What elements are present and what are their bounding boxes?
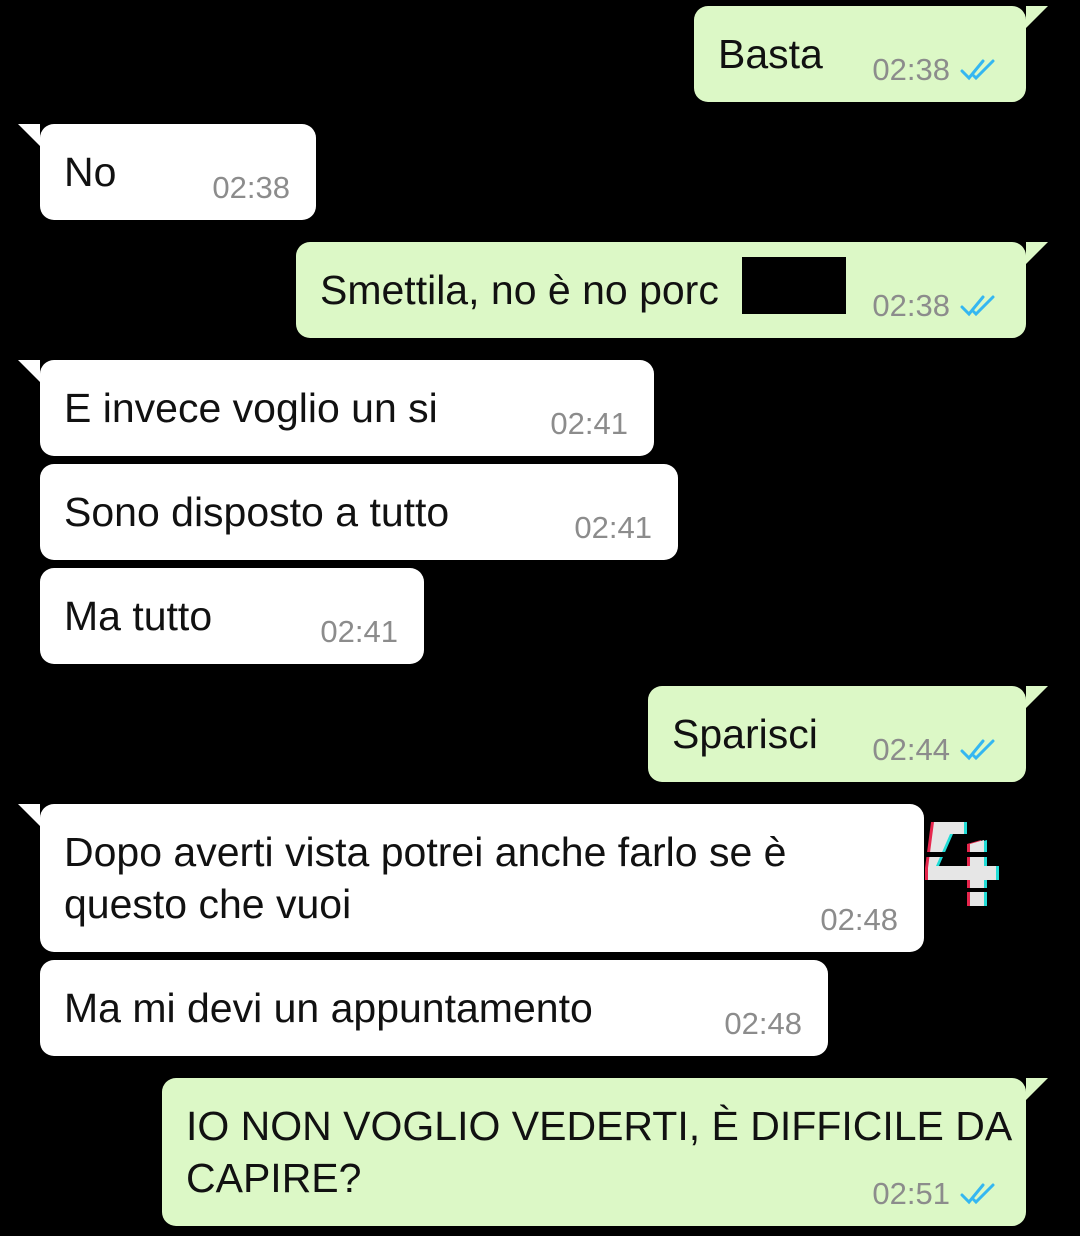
message-text: Ma tutto xyxy=(64,593,213,639)
message-time: 02:51 xyxy=(872,1176,950,1211)
message-meta: 02:38 xyxy=(872,288,1000,324)
message-meta: 02:41 xyxy=(550,406,628,442)
message-meta: 02:48 xyxy=(820,902,898,938)
message-bubble-incoming[interactable]: Ma tutto 02:41 xyxy=(40,568,424,664)
message-meta: 02:48 xyxy=(724,1006,802,1042)
message-meta: 02:38 xyxy=(212,170,290,206)
bubble-tail xyxy=(1026,686,1048,708)
message-bubble-outgoing[interactable]: Sparisci 02:44 xyxy=(648,686,1048,782)
message-text: E invece voglio un si xyxy=(64,385,438,431)
message-bubble-outgoing[interactable]: Basta 02:38 xyxy=(694,6,1048,102)
bubble-tail xyxy=(18,804,40,826)
glitch-watermark-icon xyxy=(924,822,1008,906)
double-check-read-icon xyxy=(960,1183,995,1205)
message-bubble-outgoing[interactable]: Smettila, no è no porc 02:38 xyxy=(296,242,1048,338)
message-time: 02:48 xyxy=(820,902,898,937)
double-check-read-icon xyxy=(960,295,995,317)
message-time: 02:38 xyxy=(212,170,290,205)
message-text: Basta xyxy=(718,31,823,77)
message-time: 02:41 xyxy=(550,406,628,441)
bubble-tail xyxy=(1026,1078,1048,1100)
bubble-tail xyxy=(1026,242,1048,264)
message-bubble-incoming[interactable]: No 02:38 xyxy=(18,124,316,220)
message-text: Dopo averti vista potrei anche farlo se … xyxy=(64,829,787,927)
message-bubble-outgoing[interactable]: IO NON VOGLIO VEDERTI, È DIFFICILE DA CA… xyxy=(162,1078,1048,1226)
message-text: Sono disposto a tutto xyxy=(64,489,450,535)
message-text: Smettila, no è no porc xyxy=(320,267,719,313)
message-bubble-incoming[interactable]: E invece voglio un si 02:41 xyxy=(18,360,654,456)
double-check-read-icon xyxy=(960,59,995,81)
redaction-block xyxy=(742,257,846,314)
message-text: Ma mi devi un appuntamento xyxy=(64,985,593,1031)
message-meta: 02:41 xyxy=(320,614,398,650)
message-bubble-incoming[interactable]: Ma mi devi un appuntamento 02:48 xyxy=(40,960,828,1056)
message-bubble-incoming[interactable]: Dopo averti vista potrei anche farlo se … xyxy=(18,804,924,952)
message-meta: 02:41 xyxy=(574,510,652,546)
message-text: Sparisci xyxy=(672,711,818,757)
message-meta: 02:44 xyxy=(872,732,1000,768)
message-time: 02:38 xyxy=(872,52,950,87)
message-time: 02:48 xyxy=(724,1006,802,1041)
message-time: 02:41 xyxy=(320,614,398,649)
message-time: 02:41 xyxy=(574,510,652,545)
bubble-tail xyxy=(18,360,40,382)
message-bubble-incoming[interactable]: Sono disposto a tutto 02:41 xyxy=(40,464,678,560)
double-check-read-icon xyxy=(960,739,995,761)
bubble-tail xyxy=(18,124,40,146)
message-time: 02:38 xyxy=(872,288,950,323)
message-meta: 02:51 xyxy=(872,1176,1000,1212)
message-time: 02:44 xyxy=(872,732,950,767)
message-text: No xyxy=(64,149,117,195)
bubble-tail xyxy=(1026,6,1048,28)
message-meta: 02:38 xyxy=(872,52,1000,88)
